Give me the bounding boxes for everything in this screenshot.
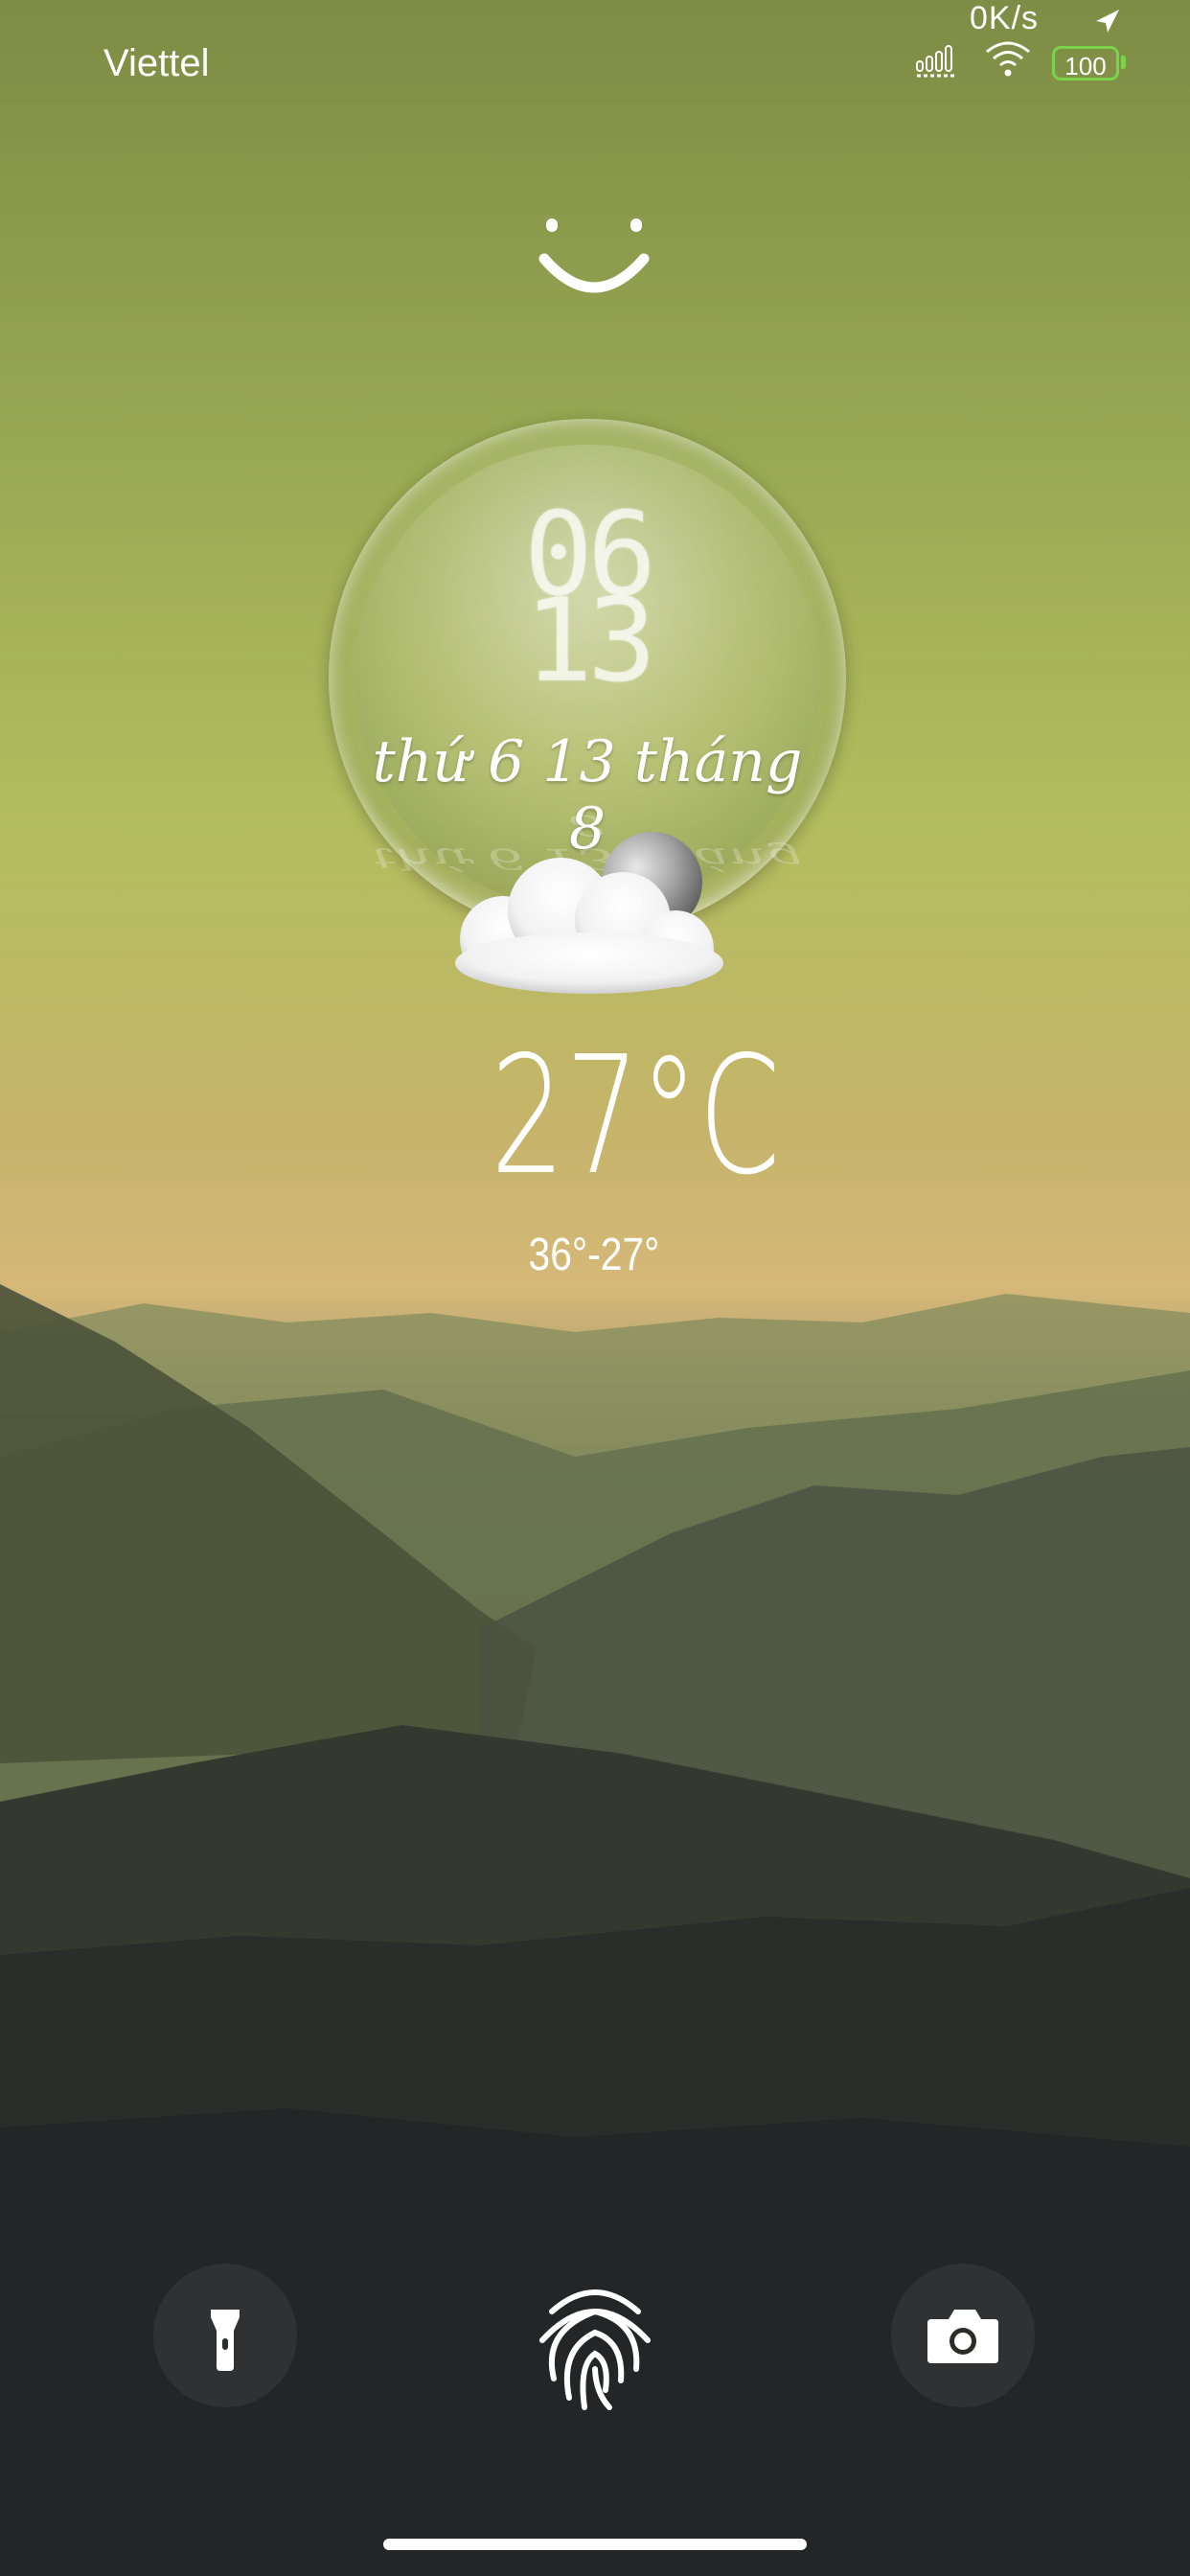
home-indicator[interactable] xyxy=(383,2539,807,2550)
carrier-name: Viettel xyxy=(103,42,210,84)
fingerprint-icon[interactable] xyxy=(533,2273,657,2417)
wifi-icon xyxy=(986,41,1030,77)
temperature: 27°C xyxy=(491,1022,781,1211)
signal-icon xyxy=(916,45,955,78)
cloudy-night-icon xyxy=(455,858,723,994)
network-speed: 0K/s xyxy=(970,0,1040,36)
flashlight-icon xyxy=(211,2310,240,2371)
location-arrow-icon xyxy=(1096,10,1119,33)
battery-tip xyxy=(1121,56,1126,69)
flashlight-button[interactable] xyxy=(153,2264,297,2407)
smile-icon xyxy=(538,218,650,293)
camera-icon xyxy=(927,2310,998,2363)
battery-icon: 100 xyxy=(1052,46,1119,80)
camera-button[interactable] xyxy=(891,2264,1035,2407)
clock-minute: 13 xyxy=(523,575,657,708)
